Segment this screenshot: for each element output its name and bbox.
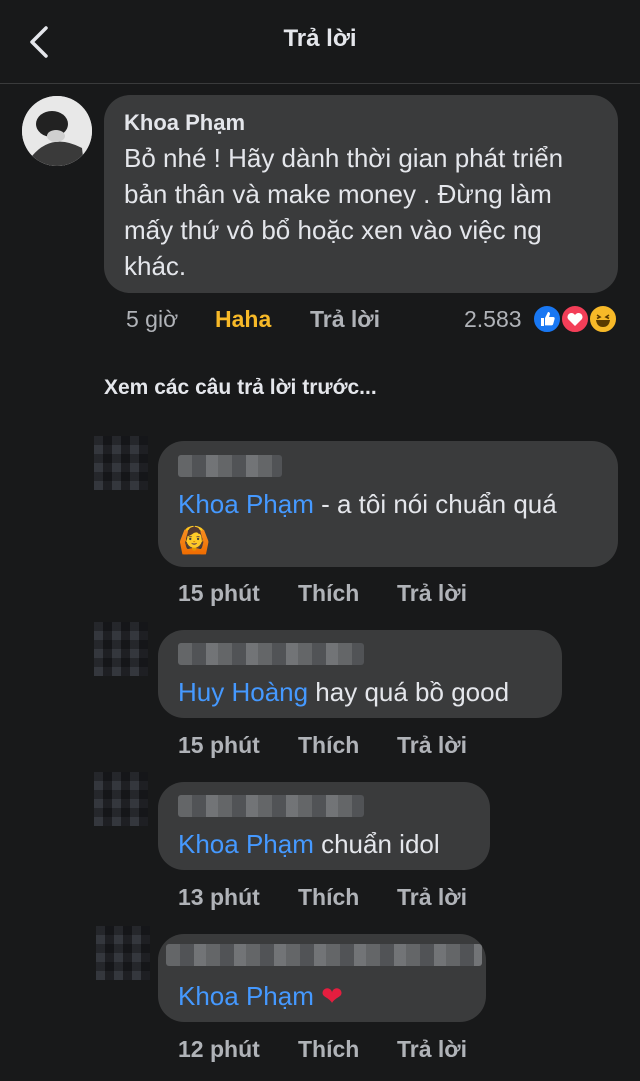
avatar[interactable] bbox=[94, 772, 148, 826]
reply-message: chuẩn idol bbox=[313, 829, 440, 859]
reply-author-blurred[interactable] bbox=[178, 643, 364, 665]
comment-time: 5 giờ bbox=[126, 306, 179, 332]
reply-author-blurred[interactable] bbox=[178, 795, 364, 817]
like-icon bbox=[532, 304, 562, 334]
avatar[interactable] bbox=[94, 436, 148, 490]
mention-link[interactable]: Khoa Phạm bbox=[178, 489, 314, 519]
avatar[interactable] bbox=[96, 926, 150, 980]
reply-time: 15 phút bbox=[178, 580, 260, 606]
haha-icon bbox=[588, 304, 618, 334]
view-previous-replies-link[interactable]: Xem các câu trả lời trước... bbox=[104, 376, 377, 400]
reply-time: 15 phút bbox=[178, 732, 260, 758]
like-button[interactable]: Thích bbox=[298, 732, 359, 759]
reply-button[interactable]: Trả lời bbox=[397, 1036, 467, 1063]
reply-message: - a tôi nói chuẩn quá bbox=[313, 489, 557, 519]
reaction-icons[interactable] bbox=[532, 304, 622, 334]
reaction-count[interactable]: 2.583 bbox=[464, 306, 522, 333]
heart-emoji: ❤ bbox=[313, 981, 343, 1011]
reply-text: Khoa Phạm - a tôi nói chuẩn quá 🙆 bbox=[178, 486, 557, 558]
reply-text: Khoa Phạm ❤ bbox=[178, 978, 343, 1014]
reply-button[interactable]: Trả lời bbox=[310, 306, 380, 333]
reply-button[interactable]: Trả lời bbox=[397, 732, 467, 759]
reply-author-blurred[interactable] bbox=[166, 944, 482, 966]
avatar[interactable] bbox=[22, 96, 92, 166]
comment-line: khác. bbox=[124, 251, 187, 281]
top-bar: Trả lời bbox=[0, 0, 640, 84]
like-button[interactable]: Thích bbox=[298, 580, 359, 607]
like-button[interactable]: Thích bbox=[298, 884, 359, 911]
profile-photo-icon bbox=[22, 96, 92, 166]
page-title: Trả lời bbox=[283, 25, 357, 52]
reply-text: Khoa Phạm chuẩn idol bbox=[178, 826, 440, 862]
person-gesture-emoji: 🙆 bbox=[178, 525, 211, 555]
like-button[interactable]: Thích bbox=[298, 1036, 359, 1063]
mention-link[interactable]: Khoa Phạm bbox=[178, 981, 314, 1011]
avatar[interactable] bbox=[94, 622, 148, 676]
love-icon bbox=[560, 304, 590, 334]
reply-time: 12 phút bbox=[178, 1036, 260, 1062]
mention-link[interactable]: Khoa Phạm bbox=[178, 829, 314, 859]
reply-button[interactable]: Trả lời bbox=[397, 580, 467, 607]
mention-link[interactable]: Huy Hoàng bbox=[178, 677, 308, 707]
haha-reaction-button[interactable]: Haha bbox=[215, 306, 271, 333]
reply-button[interactable]: Trả lời bbox=[397, 884, 467, 911]
reply-author-blurred[interactable] bbox=[178, 455, 282, 477]
reply-text: Huy Hoàng hay quá bồ good bbox=[178, 674, 509, 710]
comment-line: Bỏ nhé ! Hãy dành thời gian phát triển bbox=[124, 143, 564, 173]
reply-message: hay quá bồ good bbox=[308, 677, 510, 707]
comment-author[interactable]: Khoa Phạm bbox=[124, 110, 245, 136]
comment-line: mấy thứ vô bổ hoặc xen vào việc ng bbox=[124, 215, 542, 245]
comment-text: Bỏ nhé ! Hãy dành thời gian phát triển b… bbox=[124, 140, 563, 284]
reply-time: 13 phút bbox=[178, 884, 260, 910]
comment-line: bản thân và make money . Đừng làm bbox=[124, 179, 552, 209]
